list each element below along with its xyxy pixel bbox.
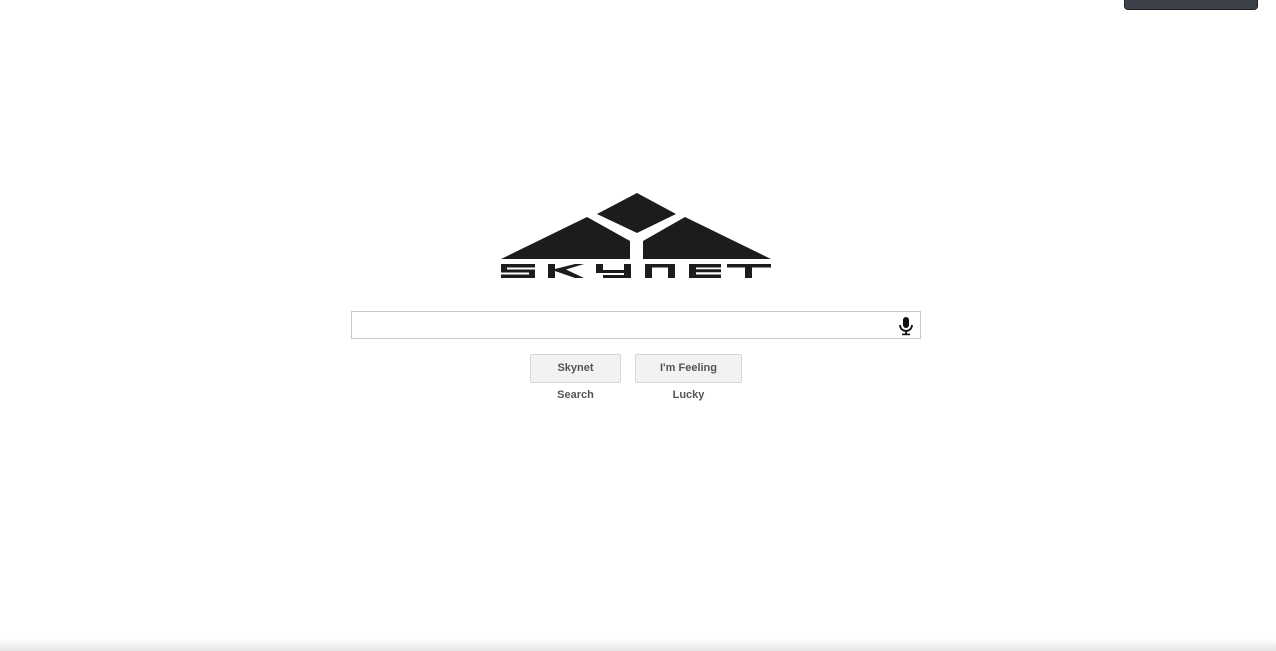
skynet-search-button[interactable]: Skynet Search xyxy=(530,354,621,401)
bottom-shadow xyxy=(0,639,1276,651)
top-bar-tab[interactable] xyxy=(1124,0,1258,10)
search-input[interactable] xyxy=(352,312,892,338)
skynet-logo xyxy=(499,191,773,279)
skynet-logo-graphic xyxy=(501,193,771,278)
feeling-lucky-button[interactable]: I'm Feeling Lucky xyxy=(635,354,742,401)
page: Skynet Search I'm Feeling Lucky xyxy=(0,0,1276,651)
microphone-icon[interactable] xyxy=(897,316,915,336)
search-box[interactable] xyxy=(351,311,921,339)
